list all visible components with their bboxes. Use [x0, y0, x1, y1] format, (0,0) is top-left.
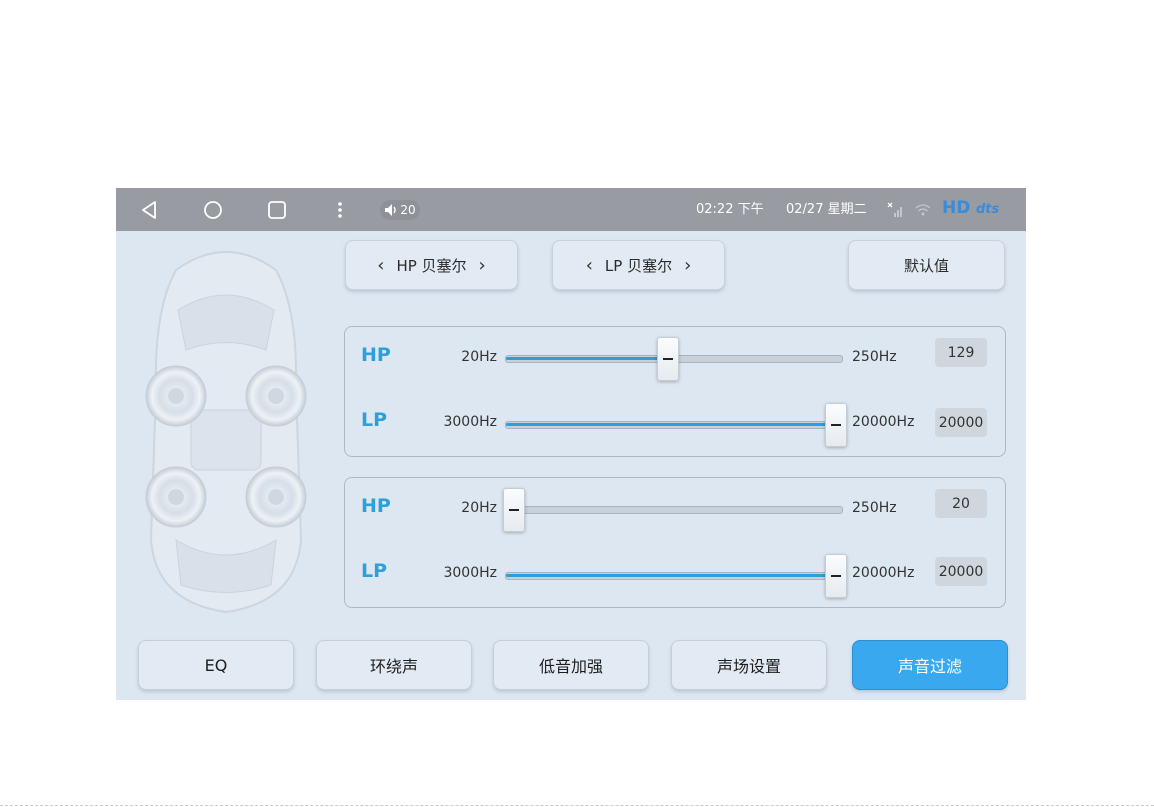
volume-level: 20	[400, 203, 416, 217]
lp-preset-label: LP 贝塞尔	[604, 256, 673, 275]
menu-dots-icon[interactable]	[332, 199, 348, 221]
clock-date: 02/27 星期二	[786, 202, 867, 217]
speaker-front-left	[145, 365, 207, 427]
slider-fill	[506, 423, 836, 426]
volume-icon	[384, 203, 398, 217]
hp-value-box: 20	[935, 489, 987, 518]
lp-value-box: 20000	[935, 557, 987, 586]
hp-max-label: 250Hz	[852, 500, 897, 516]
lp-label: LP	[361, 560, 388, 582]
lp-slider-1[interactable]	[505, 403, 848, 447]
speaker-rear-right	[245, 466, 307, 528]
slider-fill	[506, 357, 668, 360]
hp-min-label: 20Hz	[461, 500, 497, 516]
chevron-right-icon[interactable]: ›	[479, 255, 486, 276]
chevron-left-icon[interactable]: ‹	[377, 255, 384, 276]
chevron-right-icon[interactable]: ›	[684, 255, 691, 276]
chevron-left-icon[interactable]: ‹	[586, 255, 593, 276]
speaker-rear-left	[145, 466, 207, 528]
slider-fill	[506, 574, 836, 577]
tab-sound-filter[interactable]: 声音过滤	[852, 640, 1008, 690]
slider-thumb[interactable]	[502, 488, 525, 532]
dts-logo: dts	[976, 202, 1000, 217]
lp-value-box: 20000	[935, 408, 987, 437]
page-divider	[0, 805, 1154, 806]
slider-thumb[interactable]	[825, 554, 848, 598]
hp-preset-label: HP 贝塞尔	[396, 256, 467, 275]
lp-slider-2[interactable]	[505, 554, 848, 598]
default-button[interactable]: 默认值	[848, 240, 1005, 290]
volume-indicator[interactable]: 20	[380, 200, 420, 220]
home-icon[interactable]	[202, 199, 224, 221]
tab-surround[interactable]: 环绕声	[316, 640, 472, 690]
hd-badge: HD	[942, 198, 971, 218]
tab-bass-boost[interactable]: 低音加强	[493, 640, 649, 690]
hp-label: HP	[361, 495, 391, 517]
filter-panel-2: HP 20Hz 250Hz 20 LP 3000Hz 20000Hz 20000	[344, 477, 1006, 608]
lp-min-label: 3000Hz	[443, 414, 497, 430]
no-signal-icon	[887, 202, 905, 218]
hp-value-box: 129	[935, 338, 987, 367]
car-speaker-diagram	[145, 251, 307, 614]
device-screen: 20 02:22 下午 02/27 星期二 HD dts ‹ HP 贝塞尔 › …	[116, 188, 1026, 700]
speaker-front-right	[245, 365, 307, 427]
slider-thumb[interactable]	[657, 337, 680, 381]
slider-thumb[interactable]	[825, 403, 848, 447]
lp-max-label: 20000Hz	[852, 414, 915, 430]
hp-min-label: 20Hz	[461, 349, 497, 365]
hp-label: HP	[361, 344, 391, 366]
filter-panel-1: HP 20Hz 250Hz 129 LP 3000Hz 20000Hz 2000…	[344, 326, 1006, 457]
lp-max-label: 20000Hz	[852, 565, 915, 581]
tab-eq[interactable]: EQ	[138, 640, 294, 690]
default-button-label: 默认值	[903, 256, 949, 275]
recent-apps-icon[interactable]	[266, 199, 288, 221]
hp-preset-selector[interactable]: ‹ HP 贝塞尔 ›	[345, 240, 518, 290]
hp-slider-1[interactable]	[505, 337, 843, 381]
hp-max-label: 250Hz	[852, 349, 897, 365]
tab-sound-field[interactable]: 声场设置	[671, 640, 827, 690]
hp-slider-2[interactable]	[502, 488, 843, 532]
status-bar: 20 02:22 下午 02/27 星期二 HD dts	[116, 188, 1026, 231]
back-icon[interactable]	[138, 199, 160, 221]
lp-preset-selector[interactable]: ‹ LP 贝塞尔 ›	[552, 240, 725, 290]
lp-label: LP	[361, 409, 388, 431]
clock-time: 02:22 下午	[696, 202, 764, 217]
wifi-icon	[915, 202, 931, 218]
lp-min-label: 3000Hz	[443, 565, 497, 581]
